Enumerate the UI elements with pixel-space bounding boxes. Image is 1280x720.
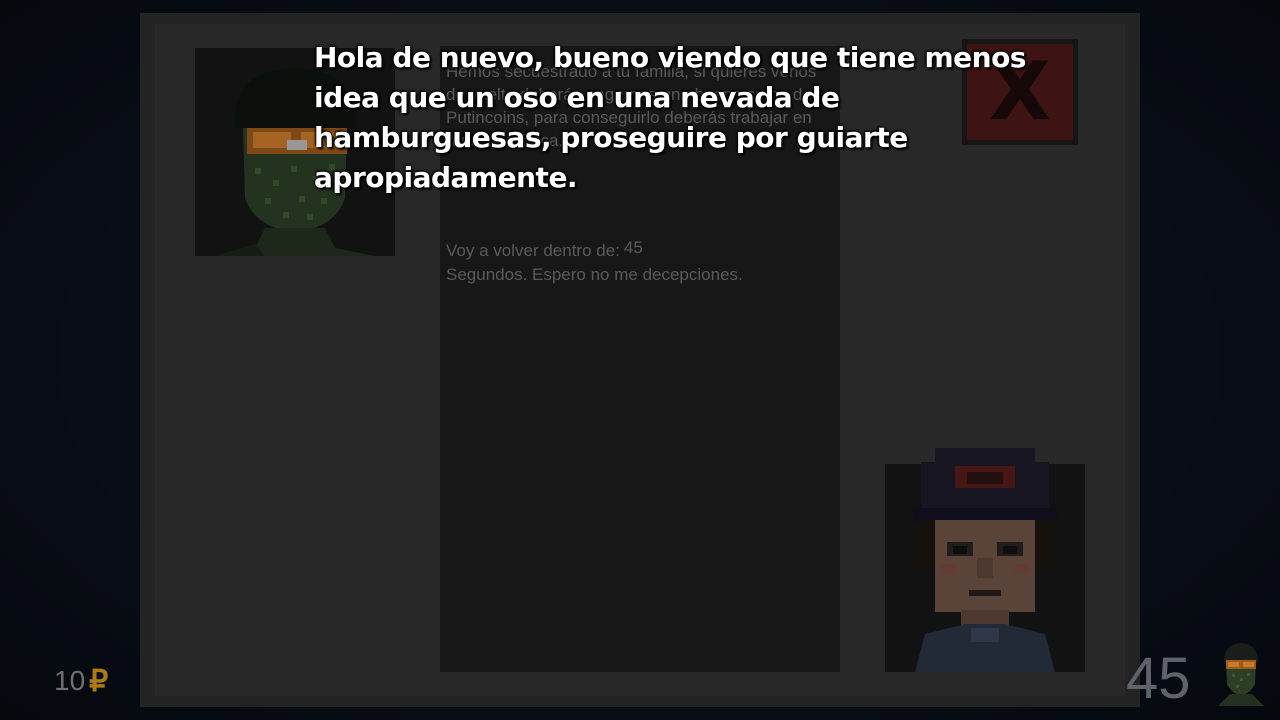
player-portrait xyxy=(885,448,1085,672)
timer-prefix: Voy a volver dentro de: xyxy=(446,241,620,260)
timer-suffix: Segundos. Espero no me decepciones. xyxy=(446,265,743,284)
letter-timer: Voy a volver dentro de: 45 Segundos. Espe… xyxy=(446,236,834,287)
masked-soldier-icon xyxy=(1218,643,1264,706)
boy-with-cap-icon xyxy=(885,448,1085,672)
countdown-timer: 45 xyxy=(1126,646,1191,711)
money-counter: 10 ₽ xyxy=(54,663,108,699)
money-amount: 10 xyxy=(54,665,86,696)
ruble-icon: ₽ xyxy=(89,664,109,698)
timer-value: 45 xyxy=(623,238,643,257)
dialog-text: Hola de nuevo, bueno viendo que tiene me… xyxy=(314,41,1026,194)
speaker-avatar xyxy=(1214,640,1268,706)
